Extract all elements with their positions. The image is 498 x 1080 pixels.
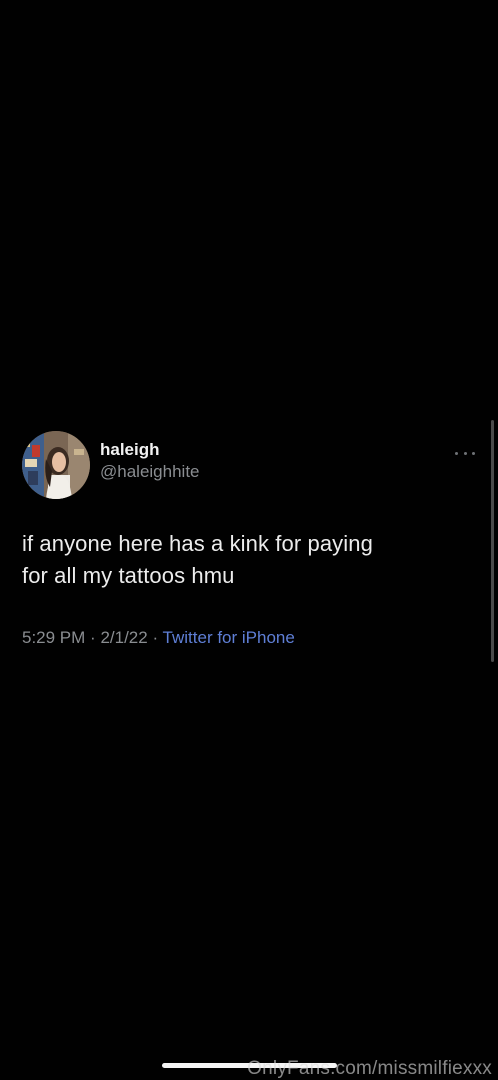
tweet-text: if anyone here has a kink for paying for… xyxy=(22,528,472,592)
tweet-time[interactable]: 5:29 PM xyxy=(22,628,85,647)
more-horizontal-icon[interactable] xyxy=(455,449,475,457)
avatar-photo xyxy=(22,431,90,499)
user-handle[interactable]: @haleighhite xyxy=(100,461,200,483)
meta-separator: · xyxy=(90,628,96,647)
display-name[interactable]: haleigh xyxy=(100,439,200,461)
more-dot xyxy=(463,451,467,455)
tweet-source-link[interactable]: Twitter for iPhone xyxy=(163,628,295,647)
tweet-header: haleigh @haleighhite xyxy=(22,430,462,500)
tweet-meta: 5:29 PM · 2/1/22 · Twitter for iPhone xyxy=(22,626,295,650)
meta-separator: · xyxy=(152,628,159,647)
tweet-text-line: for all my tattoos hmu xyxy=(22,563,235,588)
tweet-text-line: if anyone here has a kink for paying xyxy=(22,531,373,556)
tweet-author[interactable]: haleigh @haleighhite xyxy=(100,439,200,483)
screen: haleigh @haleighhite if anyone here has … xyxy=(0,0,498,1080)
scrollbar[interactable] xyxy=(491,420,494,662)
watermark: OnlyFans.com/missmilfiexxx xyxy=(247,1058,492,1079)
more-dot xyxy=(472,451,475,455)
more-dot xyxy=(455,451,458,455)
tweet-date[interactable]: 2/1/22 xyxy=(100,628,147,647)
tweet-card[interactable]: haleigh @haleighhite xyxy=(22,430,462,500)
avatar[interactable] xyxy=(22,431,90,499)
